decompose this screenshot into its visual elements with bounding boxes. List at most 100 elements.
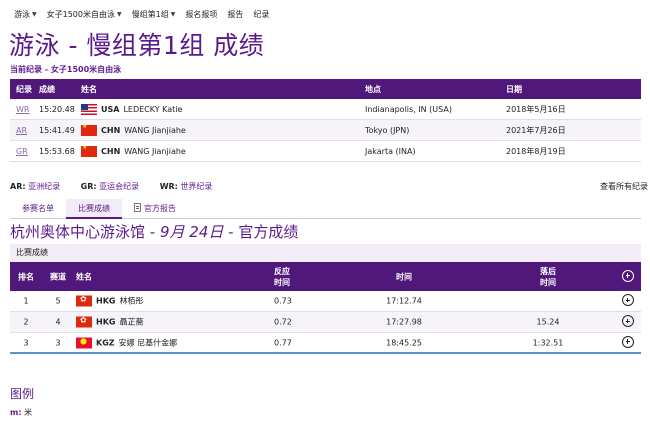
- result-athlete-name[interactable]: 聶芷蕎: [119, 317, 143, 328]
- abbr-code: GR:: [80, 182, 97, 191]
- results-col-behind: 落后 时间: [513, 266, 583, 288]
- result-lane: 5: [55, 296, 61, 306]
- record-date: 2021年7月26日: [506, 125, 566, 135]
- record-code-link[interactable]: WR: [16, 105, 29, 114]
- record-noc: CHN: [101, 125, 121, 135]
- record-time: 15:41.49: [39, 125, 75, 135]
- records-col-location: 地点: [365, 84, 381, 94]
- venue-heading: 杭州奥体中心游泳馆 - 9月 24日 - 官方成绩: [10, 221, 298, 242]
- expand-row-button[interactable]: [622, 335, 634, 350]
- expand-row-button[interactable]: [622, 315, 634, 329]
- results-col-behind-line2: 时间: [540, 277, 556, 287]
- venue-date: 9月 24日: [159, 223, 224, 241]
- abbr-text: 亚运会纪录: [99, 182, 140, 191]
- nav-event-dropdown[interactable]: 女子1500米自由泳 ▼: [47, 9, 122, 20]
- results-col-reaction-line2: 时间: [274, 277, 290, 287]
- records-header-row: 纪录 成绩 姓名 地点 日期: [10, 79, 641, 99]
- chevron-down-icon: ▼: [116, 10, 122, 18]
- nav-reports-link[interactable]: 报告: [227, 9, 243, 20]
- results-col-rank: 排名: [18, 272, 34, 281]
- expand-row-button[interactable]: [622, 294, 634, 308]
- tab-start-list[interactable]: 参赛名单: [10, 199, 66, 219]
- result-time: 18:45.25: [386, 338, 422, 347]
- result-reaction: 0.72: [274, 317, 292, 327]
- result-row: 1 5 HKG林栢彤 0.73 17:12.74: [10, 291, 641, 312]
- result-athlete-name[interactable]: 林栢彤: [119, 296, 143, 307]
- tab-label: 参赛名单: [22, 204, 54, 213]
- hkg-flag-icon: [76, 316, 92, 328]
- usa-flag-icon: [81, 103, 97, 115]
- nav-sport-dropdown[interactable]: 游泳 ▼: [14, 9, 37, 20]
- tab-official-report[interactable]: 官方报告: [122, 199, 188, 219]
- record-code-link[interactable]: AR: [16, 126, 27, 135]
- result-athlete: HKG林栢彤: [76, 295, 143, 307]
- record-location: Tokyo (JPN): [365, 125, 410, 135]
- records-col-name: 姓名: [81, 84, 97, 94]
- current-record-heading: 当前纪录 - 女子1500米自由泳: [10, 65, 122, 74]
- top-nav: 游泳 ▼ 女子1500米自由泳 ▼ 慢组第1组 ▼ 报名报项 报告 纪录: [14, 8, 279, 20]
- records-col-code: 纪录: [16, 84, 32, 94]
- result-row: 3 3 KGZ 安娜 尼基什金娜 0.77 18:45.25 1:32.51: [10, 333, 641, 354]
- results-col-name: 姓名: [76, 272, 92, 281]
- nav-reports-label: 报告: [227, 9, 244, 19]
- abbr-gr: GR: 亚运会纪录: [81, 182, 139, 191]
- record-date: 2018年8月19日: [506, 146, 566, 156]
- records-col-date: 日期: [506, 84, 522, 94]
- abbr-text: 世界纪录: [180, 182, 213, 191]
- results-col-behind-line1: 落后: [540, 266, 556, 276]
- result-rank: 3: [23, 338, 29, 347]
- legend-title: 图例: [10, 387, 35, 401]
- result-reaction: 0.77: [274, 338, 292, 347]
- record-athlete: CHNWANG Jianjiahe: [81, 145, 186, 157]
- page-title: 游泳 - 慢组第1组 成绩: [9, 31, 265, 60]
- result-behind: 1:32.51: [532, 338, 564, 347]
- abbr-wr: WR: 世界纪录: [160, 182, 213, 191]
- nav-records-label: 纪录: [253, 9, 270, 19]
- record-code-link[interactable]: GR: [16, 147, 28, 156]
- result-lane: 3: [55, 338, 61, 347]
- results-table: 比赛成绩 排名 赛道 姓名 反应时间 时间 落后时间 1 5 HKG林栢彤 0.…: [10, 244, 641, 354]
- plus-circle-icon: [622, 335, 634, 348]
- record-location: Jakarta (INA): [365, 146, 416, 156]
- results-band: 比赛成绩: [10, 244, 641, 262]
- nav-records-link[interactable]: 纪录: [253, 9, 269, 20]
- result-athlete: HKG聶芷蕎: [76, 316, 143, 328]
- result-time: 17:12.74: [386, 296, 422, 306]
- legend-text: 米: [24, 408, 33, 417]
- abbr-code: WR:: [159, 182, 178, 191]
- result-time: 17:27.98: [386, 317, 422, 327]
- record-abbreviations: AR: 亚洲纪录 GR: 亚运会纪录 WR: 世界纪录 查看所有纪录: [10, 181, 650, 192]
- venue-name: 杭州奥体中心游泳馆: [10, 223, 146, 241]
- records-table: 纪录 成绩 姓名 地点 日期 WR 15:20.48 USA LEDECKY Ka…: [10, 79, 641, 162]
- nav-event-label: 女子1500米自由泳: [46, 9, 115, 19]
- venue-suffix: 官方成绩: [238, 223, 299, 241]
- record-athlete-name: WANG Jianjiahe: [124, 146, 186, 156]
- result-row: 2 4 HKG聶芷蕎 0.72 17:27.98 15.24: [10, 312, 641, 333]
- tab-results[interactable]: 比赛成绩: [66, 199, 122, 219]
- nav-entries-label: 报名报项: [185, 9, 218, 19]
- records-col-time: 成绩: [39, 84, 55, 94]
- nav-heat-dropdown[interactable]: 慢组第1组 ▼: [132, 9, 176, 20]
- view-all-records-link[interactable]: 查看所有纪录: [600, 181, 648, 192]
- results-header-row: 排名 赛道 姓名 反应 时间 时间 落后 时间: [10, 262, 641, 291]
- venue-separator: -: [223, 223, 239, 241]
- results-col-reaction-line1: 反应: [274, 266, 290, 276]
- result-athlete: KGZ 安娜 尼基什金娜: [76, 337, 177, 348]
- nav-entries-link[interactable]: 报名报项: [185, 9, 217, 20]
- tab-label: 比赛成绩: [78, 204, 110, 213]
- result-noc: HKG: [96, 317, 116, 327]
- record-time: 15:53.68: [39, 146, 75, 156]
- result-noc: KGZ: [96, 338, 115, 347]
- record-noc: USA: [101, 104, 120, 114]
- plus-circle-icon: [622, 315, 634, 327]
- expand-all-button[interactable]: [622, 269, 634, 284]
- record-row: AR 15:41.49 CHNWANG Jianjiahe Tokyo (JPN…: [10, 120, 641, 141]
- record-athlete: USA LEDECKY Katie: [81, 103, 182, 115]
- result-rank: 2: [23, 317, 29, 327]
- plus-circle-icon: [622, 294, 634, 306]
- nav-heat-label: 慢组第1组: [131, 9, 169, 19]
- results-col-lane: 赛道: [50, 272, 66, 281]
- result-athlete-name[interactable]: 安娜 尼基什金娜: [119, 337, 178, 348]
- results-col-time: 时间: [396, 272, 412, 281]
- plus-circle-icon: [622, 269, 634, 282]
